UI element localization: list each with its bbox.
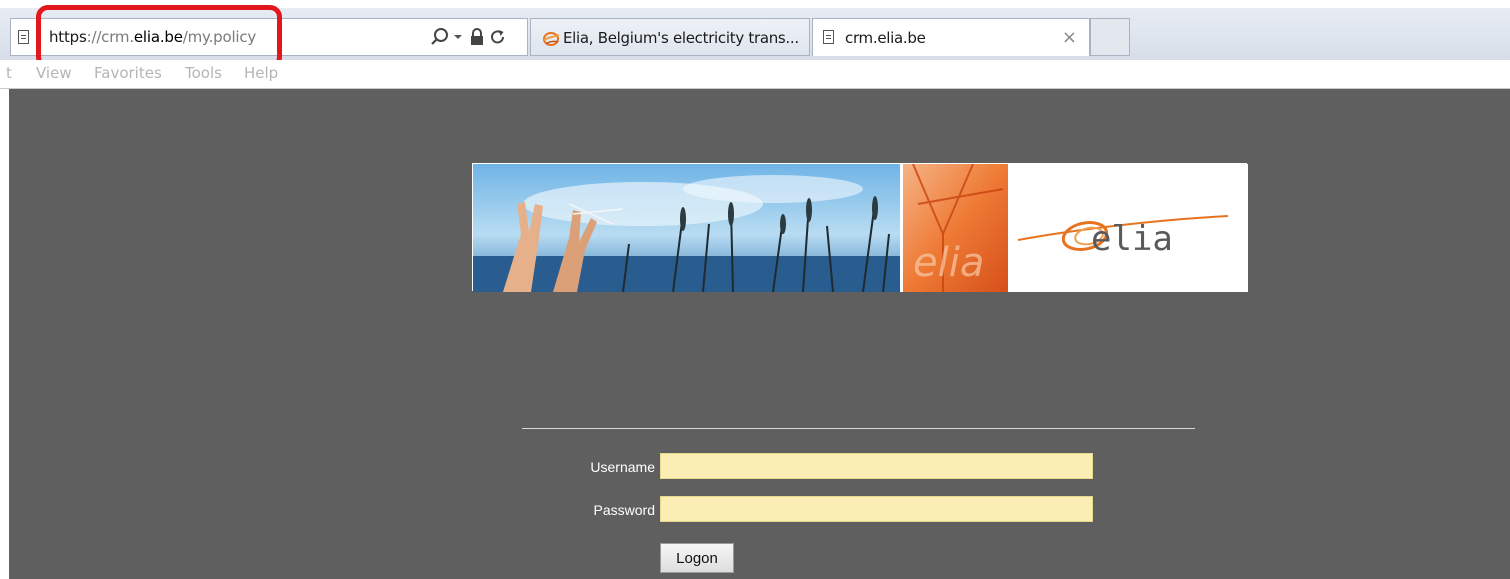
login-page: elia elia Username Password Logon <box>9 89 1510 579</box>
page-icon <box>18 30 29 44</box>
tab-elia-home[interactable]: Elia, Belgium's electricity trans... <box>530 18 810 56</box>
new-tab-button[interactable] <box>1090 18 1130 56</box>
form-divider <box>522 428 1195 429</box>
menu-item-help[interactable]: Help <box>244 64 278 82</box>
menu-item-tools[interactable]: Tools <box>185 64 222 82</box>
refresh-icon[interactable] <box>489 27 507 52</box>
tab-label: crm.elia.be <box>845 29 926 47</box>
password-input[interactable] <box>660 496 1093 522</box>
logon-button[interactable]: Logon <box>660 543 734 573</box>
menu-item-edit[interactable]: t <box>6 64 12 82</box>
banner-image: elia elia <box>473 163 1248 293</box>
menu-bar: t View Favorites Tools Help <box>0 60 1510 89</box>
search-icon[interactable] <box>431 27 449 52</box>
lock-icon[interactable] <box>469 27 485 52</box>
close-icon[interactable]: × <box>1062 27 1077 48</box>
browser-toolbar: https://crm.elia.be/my.policy Elia, Belg… <box>0 0 1510 69</box>
username-label: Username <box>590 459 655 475</box>
banner-watermark: elia <box>913 240 984 286</box>
username-input[interactable] <box>660 453 1093 479</box>
menu-item-favorites[interactable]: Favorites <box>94 64 162 82</box>
dropdown-arrow-icon[interactable] <box>453 27 463 55</box>
tab-label: Elia, Belgium's electricity trans... <box>563 29 799 47</box>
tab-crm-elia[interactable]: crm.elia.be × <box>812 18 1090 56</box>
elia-favicon <box>541 29 560 47</box>
elia-banner: elia elia <box>472 163 1248 293</box>
password-label: Password <box>593 502 655 518</box>
window-left-edge <box>0 89 9 579</box>
menu-item-view[interactable]: View <box>36 64 72 82</box>
page-icon <box>823 30 834 44</box>
logo-text: elia <box>1091 219 1173 259</box>
